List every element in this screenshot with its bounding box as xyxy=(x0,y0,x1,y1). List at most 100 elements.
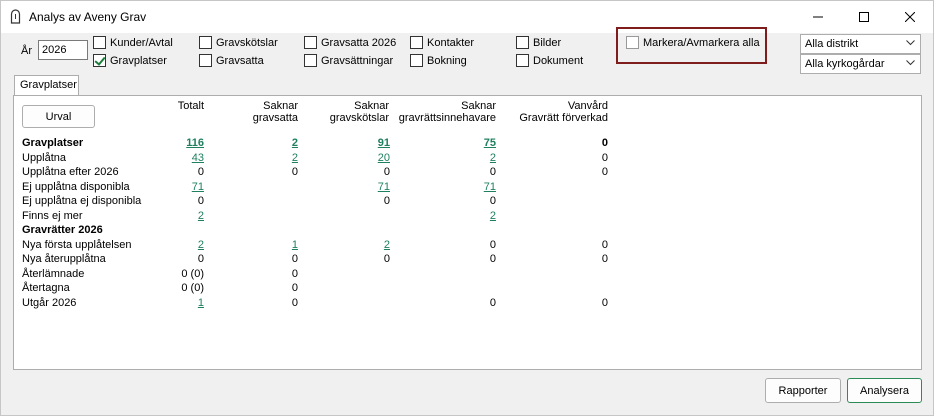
checkbox-gravsatta-2026[interactable]: Gravsatta 2026 xyxy=(304,36,396,49)
checkbox-box[interactable] xyxy=(516,54,529,67)
row-label: Upplåtna xyxy=(22,151,67,164)
table-cell: 0 xyxy=(601,166,608,178)
table-cell: 0 xyxy=(489,238,496,251)
checkbox-gravskotslar[interactable]: Gravskötslar xyxy=(199,36,278,49)
table-cell: 0 xyxy=(601,238,608,251)
table-cell-link[interactable]: 43 xyxy=(144,151,204,165)
checkbox-box[interactable] xyxy=(626,36,639,49)
results-panel: Urval Totalt Saknar gravsatta Saknar gra… xyxy=(13,95,922,370)
close-button[interactable] xyxy=(887,1,933,33)
checkbox-kunder-avtal[interactable]: Kunder/Avtal xyxy=(93,36,173,49)
row-label: Återtagna xyxy=(22,282,70,294)
checkbox-dokument[interactable]: Dokument xyxy=(516,54,583,67)
table-cell-link[interactable]: 2 xyxy=(330,238,390,252)
chevron-down-icon xyxy=(906,40,915,46)
year-label: År xyxy=(21,45,32,57)
table-cell-link[interactable]: 71 xyxy=(144,180,204,194)
analysis-window: Analys av Aveny Grav År Kunder/Avtal Gra… xyxy=(0,0,934,416)
grave-app-icon xyxy=(10,9,21,24)
churchyard-value: Alla kyrkogårdar xyxy=(805,58,885,70)
district-select[interactable]: Alla distrikt xyxy=(800,34,921,54)
checkbox-box[interactable] xyxy=(410,36,423,49)
table-cell-link[interactable]: 2 xyxy=(436,151,496,165)
table-cell: 0 xyxy=(489,296,496,309)
checkbox-gravsatta[interactable]: Gravsatta xyxy=(199,54,264,67)
column-header-vanvard: Vanvård Gravrätt förverkad xyxy=(519,100,608,124)
minimize-button[interactable] xyxy=(795,1,841,33)
table-cell-link[interactable]: 2 xyxy=(238,136,298,150)
table-cell-link[interactable]: 2 xyxy=(436,209,496,223)
row-label: Utgår 2026 xyxy=(22,296,77,309)
table-cell: 0 xyxy=(383,253,390,265)
table-cell-link[interactable]: 1 xyxy=(238,238,298,252)
title-bar: Analys av Aveny Grav xyxy=(1,1,933,33)
table-cell: 0 xyxy=(291,282,298,294)
checkbox-kontakter[interactable]: Kontakter xyxy=(410,36,474,49)
checkbox-bilder[interactable]: Bilder xyxy=(516,36,561,49)
checkbox-box[interactable] xyxy=(516,36,529,49)
row-label: Gravrätter 2026 xyxy=(22,224,103,236)
row-label: Ej upplåtna ej disponibla xyxy=(22,195,142,207)
column-header-saknar-gravrattsinnehavare: Saknar gravrättsinnehavare xyxy=(398,100,496,124)
checkbox-gravsattningar[interactable]: Gravsättningar xyxy=(304,54,393,67)
checkbox-box[interactable] xyxy=(304,36,317,49)
table-cell-link[interactable]: 2 xyxy=(144,238,204,252)
year-input[interactable] xyxy=(38,40,88,60)
table-cell-link[interactable]: 20 xyxy=(330,151,390,165)
table-cell: 0 xyxy=(197,166,204,178)
table-cell: 0 xyxy=(291,296,298,309)
table-cell: 0 xyxy=(383,166,390,178)
checkbox-bokning[interactable]: Bokning xyxy=(410,54,467,67)
checkbox-box[interactable] xyxy=(410,54,423,67)
row-label: Återlämnade xyxy=(22,267,85,280)
table-cell: 0 xyxy=(601,253,608,265)
table-cell: 0 (0) xyxy=(181,267,204,280)
checkbox-gravplatser[interactable]: Gravplatser xyxy=(93,54,167,67)
table-cell-link[interactable]: 75 xyxy=(436,136,496,150)
table-cell-link[interactable]: 1 xyxy=(144,296,204,310)
district-value: Alla distrikt xyxy=(805,38,859,50)
table-cell: 0 (0) xyxy=(181,282,204,294)
window-title: Analys av Aveny Grav xyxy=(29,10,147,24)
chevron-down-icon xyxy=(906,60,915,66)
table-cell: 0 xyxy=(197,195,204,207)
column-header-totalt: Totalt xyxy=(177,100,204,112)
row-label: Nya återupplåtna xyxy=(22,253,106,265)
row-label: Gravplatser xyxy=(22,137,84,149)
churchyard-select[interactable]: Alla kyrkogårdar xyxy=(800,54,921,74)
table-cell-link[interactable]: 116 xyxy=(144,136,204,150)
table-cell: 0 xyxy=(601,151,608,164)
analysera-button[interactable]: Analysera xyxy=(847,378,922,403)
checkbox-box[interactable] xyxy=(93,54,106,67)
table-cell: 0 xyxy=(601,296,608,309)
table-cell-link[interactable]: 2 xyxy=(238,151,298,165)
table-cell-link[interactable]: 71 xyxy=(436,180,496,194)
urval-button[interactable]: Urval xyxy=(22,105,95,128)
table-cell: 0 xyxy=(291,253,298,265)
close-icon xyxy=(905,12,915,22)
table-cell: 0 xyxy=(601,137,608,149)
table-cell: 0 xyxy=(383,195,390,207)
row-label: Nya första upplåtelsen xyxy=(22,238,132,251)
table-cell: 0 xyxy=(291,267,298,280)
checkbox-box[interactable] xyxy=(304,54,317,67)
table-cell: 0 xyxy=(197,253,204,265)
checkbox-box[interactable] xyxy=(199,54,212,67)
checkbox-box[interactable] xyxy=(93,36,106,49)
tab-gravplatser[interactable]: Gravplatser xyxy=(14,75,79,95)
table-cell: 0 xyxy=(489,166,496,178)
row-label: Upplåtna efter 2026 xyxy=(22,166,119,178)
checkbox-markera-alla[interactable]: Markera/Avmarkera alla xyxy=(626,36,760,49)
row-label: Finns ej mer xyxy=(22,209,83,222)
rapporter-button[interactable]: Rapporter xyxy=(765,378,841,403)
table-cell-link[interactable]: 2 xyxy=(144,209,204,223)
row-label: Ej upplåtna disponibla xyxy=(22,180,130,193)
minimize-icon xyxy=(813,16,823,18)
table-cell-link[interactable]: 71 xyxy=(330,180,390,194)
maximize-button[interactable] xyxy=(841,1,887,33)
table-cell: 0 xyxy=(291,166,298,178)
checkbox-box[interactable] xyxy=(199,36,212,49)
table-cell-link[interactable]: 91 xyxy=(330,136,390,150)
column-header-saknar-gravskotslar: Saknar gravskötslar xyxy=(329,100,389,124)
column-header-saknar-gravsatta: Saknar gravsatta xyxy=(252,100,298,124)
